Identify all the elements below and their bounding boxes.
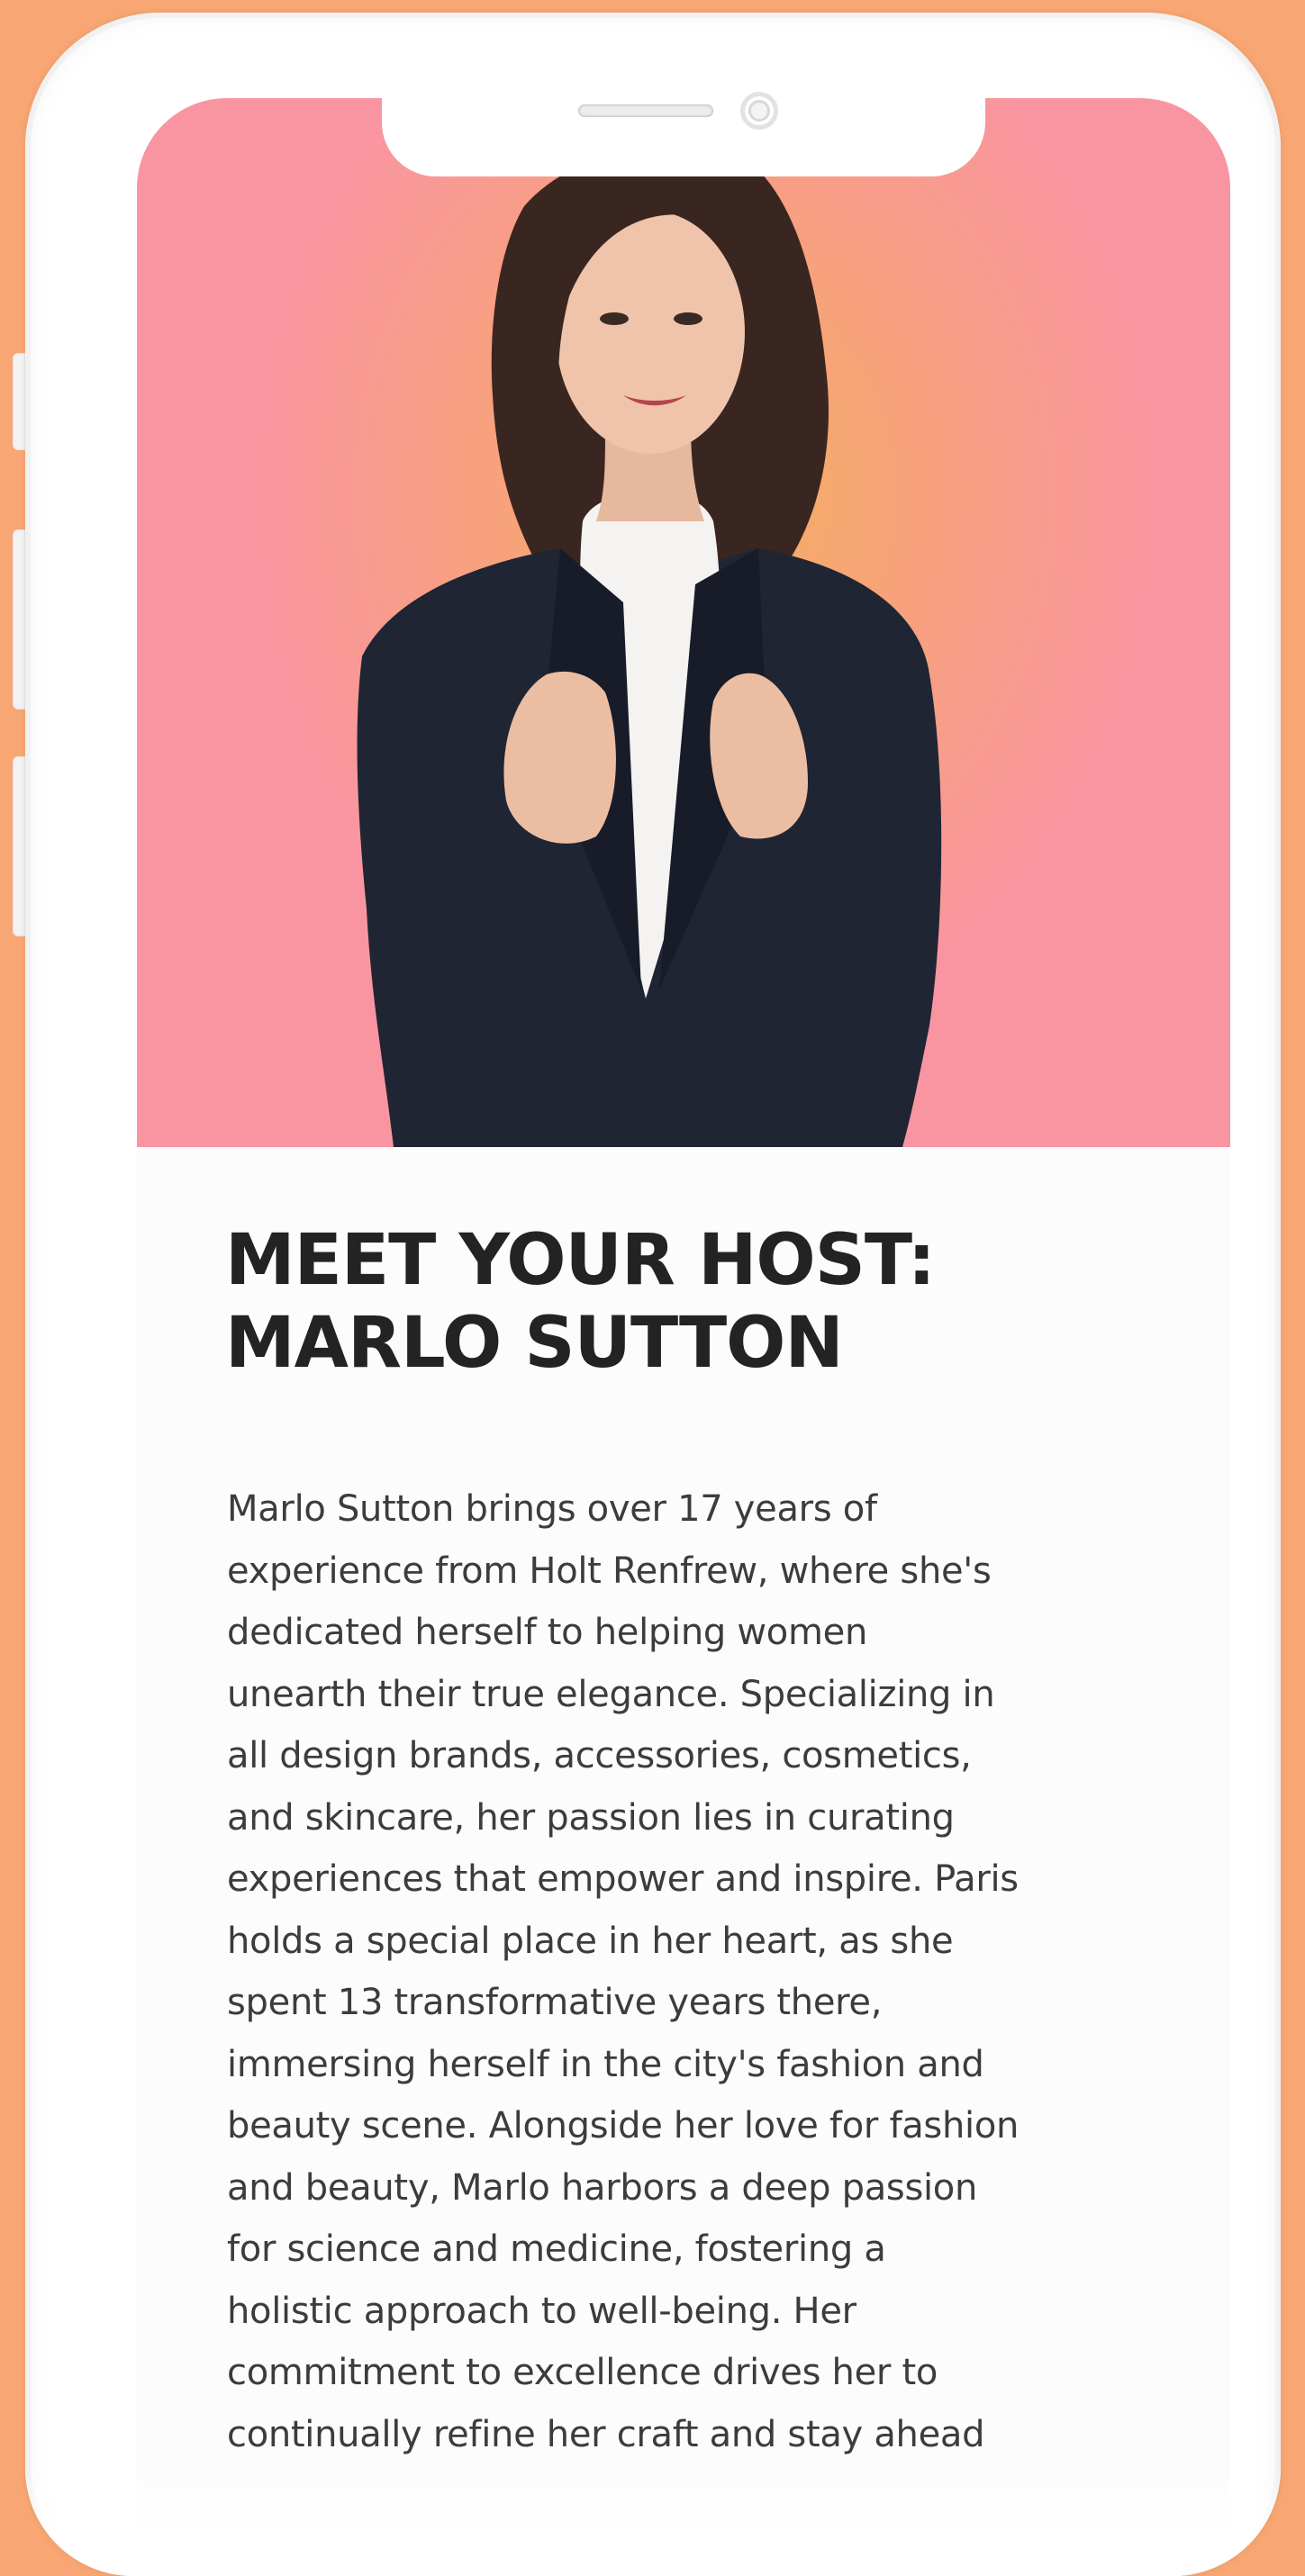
bio-line: dedicated herself to helping women bbox=[227, 1612, 867, 1653]
bio-line: immersing herself in the city's fashion … bbox=[227, 2043, 984, 2085]
bio-line: unearth their true elegance. Specializin… bbox=[227, 1673, 995, 1715]
section-title-line-2: MARLO SUTTON bbox=[225, 1303, 844, 1384]
speaker-icon bbox=[578, 104, 713, 117]
bio-line: spent 13 transformative years there, bbox=[227, 1982, 883, 2023]
phone-side-button bbox=[13, 353, 25, 450]
phone-notch bbox=[382, 85, 985, 176]
bio-line: holistic approach to well-being. Her bbox=[227, 2290, 856, 2332]
host-info-section: MEET YOUR HOST: MARLO SUTTON Marlo Sutto… bbox=[137, 1147, 1230, 2576]
host-bio: Marlo Sutton brings over 17 years of exp… bbox=[227, 1478, 1182, 2465]
bio-line: continually refine her craft and stay ah… bbox=[227, 2413, 985, 2455]
bio-line: beauty scene. Alongside her love for fas… bbox=[227, 2105, 1020, 2147]
section-title: MEET YOUR HOST: MARLO SUTTON bbox=[225, 1219, 1171, 1385]
bio-line: and beauty, Marlo harbors a deep passion bbox=[227, 2166, 978, 2209]
screen-bottom-fade bbox=[25, 2468, 1281, 2576]
bio-line: and skincare, her passion lies in curati… bbox=[227, 1796, 955, 1839]
phone-frame: MEET YOUR HOST: MARLO SUTTON Marlo Sutto… bbox=[25, 13, 1281, 2576]
bio-line: all design brands, accessories, cosmetic… bbox=[227, 1735, 972, 1776]
bio-line: holds a special place in her heart, as s… bbox=[227, 1920, 954, 1962]
bio-line: experiences that empower and inspire. Pa… bbox=[227, 1858, 1019, 1900]
host-photo bbox=[137, 98, 1230, 1147]
bio-line: Marlo Sutton brings over 17 years of bbox=[227, 1488, 877, 1530]
phone-screen: MEET YOUR HOST: MARLO SUTTON Marlo Sutto… bbox=[110, 85, 1257, 2576]
bio-line: experience from Holt Renfrew, where she'… bbox=[227, 1550, 992, 1592]
camera-icon bbox=[740, 92, 778, 130]
phone-volume-up-button bbox=[13, 529, 25, 710]
section-title-line-1: MEET YOUR HOST: bbox=[225, 1220, 936, 1301]
phone-volume-down-button bbox=[13, 756, 25, 936]
bio-line: for science and medicine, fostering a bbox=[227, 2228, 886, 2270]
bio-line: commitment to excellence drives her to bbox=[227, 2352, 938, 2393]
host-portrait-image bbox=[357, 146, 942, 1147]
